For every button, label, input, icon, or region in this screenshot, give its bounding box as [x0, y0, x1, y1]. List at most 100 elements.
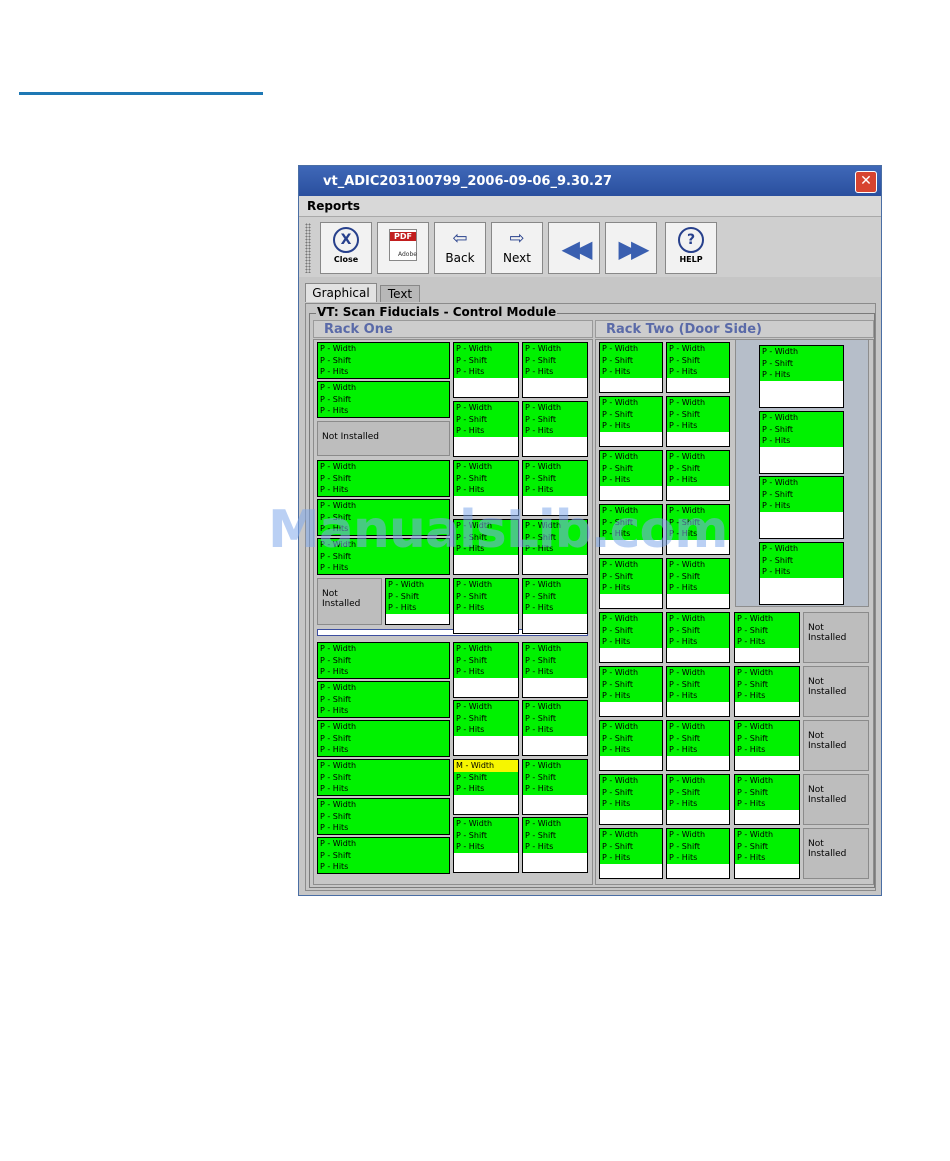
- report-group: VT: Scan Fiducials - Control Module Rack…: [309, 305, 875, 888]
- fiducial-tile[interactable]: P - Width P - Shift P - Hits: [666, 828, 730, 879]
- back-button[interactable]: ⇦ Back: [434, 222, 486, 274]
- fiducial-tile[interactable]: P - Width P - Shift P - Hits: [666, 342, 730, 393]
- fiducial-status-line: P - Hits: [456, 367, 485, 377]
- fiducial-tile[interactable]: P - Width P - Shift P - Hits: [317, 460, 450, 497]
- fiducial-tile[interactable]: P - Width P - Shift P - Hits: [317, 759, 450, 796]
- fiducial-tile[interactable]: M - Width P - Shift P - Hits: [453, 759, 519, 815]
- fiducial-status-line: P - Width: [669, 398, 706, 407]
- fiducial-status-line: P - Hits: [320, 745, 349, 755]
- close-button[interactable]: X Close: [320, 222, 372, 274]
- fiducial-tile[interactable]: P - Width P - Shift P - Hits: [734, 828, 800, 879]
- tab-graphical[interactable]: Graphical: [305, 283, 377, 302]
- fiducial-status-line: P - Hits: [602, 583, 631, 593]
- title-bar[interactable]: vt_ADIC203100799_2006-09-06_9.30.27 ✕: [299, 166, 881, 196]
- fiducial-status-line: P - Shift: [762, 489, 793, 499]
- page-header-rule: [19, 92, 263, 95]
- fiducial-tile[interactable]: P - Width P - Shift P - Hits: [522, 342, 588, 398]
- fiducial-tile[interactable]: P - Width P - Shift P - Hits: [599, 720, 663, 771]
- fiducial-tile[interactable]: P - Width P - Shift P - Hits: [599, 558, 663, 609]
- pdf-button[interactable]: PDF Adobe: [377, 222, 429, 274]
- fiducial-status: P - Width P - Shift P - Hits: [600, 613, 662, 649]
- fiducial-tile[interactable]: P - Width P - Shift P - Hits: [453, 342, 519, 398]
- fiducial-status-line: P - Shift: [388, 591, 419, 601]
- fiducial-tile[interactable]: P - Width P - Shift P - Hits: [522, 700, 588, 756]
- fiducial-status-line: P - Hits: [525, 367, 554, 377]
- fiducial-tile[interactable]: P - Width P - Shift P - Hits: [759, 345, 844, 408]
- fiducial-tile[interactable]: P - Width P - Shift P - Hits: [385, 578, 450, 625]
- fiducial-tile[interactable]: P - Width P - Shift P - Hits: [317, 837, 450, 874]
- fiducial-tile[interactable]: P - Width P - Shift P - Hits: [522, 759, 588, 815]
- fiducial-status-line: P - Shift: [456, 713, 487, 723]
- fiducial-tile[interactable]: P - Width P - Shift P - Hits: [522, 642, 588, 698]
- fiducial-status-line: P - Hits: [737, 691, 766, 701]
- fiducial-status: P - Width P - Shift P - Hits: [454, 461, 518, 497]
- fiducial-status-line: P - Shift: [525, 713, 556, 723]
- fiducial-status-line: P - Shift: [602, 463, 633, 473]
- fiducial-tile[interactable]: P - Width P - Shift P - Hits: [317, 798, 450, 835]
- fiducial-status-line: P - Width: [525, 702, 562, 711]
- not-installed-label: Not: [808, 623, 824, 633]
- fiducial-status-line: P - Shift: [320, 655, 351, 665]
- fiducial-tile[interactable]: P - Width P - Shift P - Hits: [317, 381, 450, 418]
- fiducial-tile[interactable]: P - Width P - Shift P - Hits: [599, 612, 663, 663]
- fiducial-tile[interactable]: P - Width P - Shift P - Hits: [453, 817, 519, 873]
- not-installed-slot: Not Installed: [803, 720, 869, 771]
- fiducial-tile[interactable]: P - Width P - Shift P - Hits: [666, 720, 730, 771]
- fiducial-tile[interactable]: P - Width P - Shift P - Hits: [759, 411, 844, 474]
- rack-two-header: Rack Two (Door Side): [595, 320, 874, 338]
- fiducial-tile[interactable]: P - Width P - Shift P - Hits: [759, 476, 844, 539]
- fiducial-tile[interactable]: P - Width P - Shift P - Hits: [666, 558, 730, 609]
- window-close-icon[interactable]: ✕: [855, 171, 877, 193]
- fiducial-status-line: P - Shift: [762, 358, 793, 368]
- rewind-button[interactable]: ◀◀: [548, 222, 600, 274]
- fiducial-tile[interactable]: P - Width P - Shift P - Hits: [453, 700, 519, 756]
- fiducial-tile[interactable]: P - Width P - Shift P - Hits: [522, 817, 588, 873]
- fiducial-status-line: P - Hits: [525, 603, 554, 613]
- fiducial-tile[interactable]: P - Width P - Shift P - Hits: [599, 450, 663, 501]
- fiducial-tile[interactable]: P - Width P - Shift P - Hits: [599, 342, 663, 393]
- fiducial-tile[interactable]: P - Width P - Shift P - Hits: [666, 396, 730, 447]
- fiducial-tile[interactable]: P - Width P - Shift P - Hits: [317, 342, 450, 379]
- fiducial-tile[interactable]: P - Width P - Shift P - Hits: [666, 450, 730, 501]
- fiducial-status-line: P - Hits: [456, 485, 485, 495]
- fiducial-tile[interactable]: P - Width P - Shift P - Hits: [599, 774, 663, 825]
- fiducial-tile[interactable]: P - Width P - Shift P - Hits: [453, 642, 519, 698]
- fiducial-tile[interactable]: P - Width P - Shift P - Hits: [734, 720, 800, 771]
- help-button[interactable]: ? HELP: [665, 222, 717, 274]
- fiducial-status-line: P - Width: [456, 580, 493, 589]
- fiducial-status: P - Width P - Shift P - Hits: [600, 721, 662, 757]
- fiducial-status-line: P - Hits: [320, 563, 349, 573]
- fast-forward-button[interactable]: ▶▶: [605, 222, 657, 274]
- tab-text[interactable]: Text: [380, 285, 420, 302]
- fiducial-tile[interactable]: P - Width P - Shift P - Hits: [522, 578, 588, 634]
- fiducial-status: P - Width P - Shift P - Hits: [735, 667, 799, 703]
- fiducial-tile[interactable]: P - Width P - Shift P - Hits: [453, 401, 519, 457]
- next-button[interactable]: ⇨ Next: [491, 222, 543, 274]
- fiducial-status: P - Width P - Shift P - Hits: [523, 818, 587, 854]
- fiducial-tile[interactable]: P - Width P - Shift P - Hits: [522, 401, 588, 457]
- fiducial-tile[interactable]: P - Width P - Shift P - Hits: [453, 578, 519, 634]
- fiducial-tile[interactable]: P - Width P - Shift P - Hits: [599, 396, 663, 447]
- toolbar-grip[interactable]: [305, 223, 311, 273]
- fiducial-tile[interactable]: P - Width P - Shift P - Hits: [666, 774, 730, 825]
- fiducial-tile[interactable]: P - Width P - Shift P - Hits: [759, 542, 844, 605]
- fiducial-tile[interactable]: P - Width P - Shift P - Hits: [734, 612, 800, 663]
- fiducial-status: P - Width P - Shift P - Hits: [318, 760, 449, 795]
- fiducial-status-line: P - Shift: [762, 555, 793, 565]
- fiducial-status-line: P - Width: [320, 383, 357, 392]
- fast-forward-icon: ▶▶: [618, 235, 650, 263]
- fiducial-tile[interactable]: P - Width P - Shift P - Hits: [317, 681, 450, 718]
- fiducial-status-line: P - Hits: [602, 475, 631, 485]
- fiducial-tile[interactable]: P - Width P - Shift P - Hits: [599, 666, 663, 717]
- menu-reports[interactable]: Reports: [307, 199, 360, 213]
- next-arrow-icon: ⇨: [509, 228, 525, 249]
- fiducial-status-line: P - Shift: [456, 830, 487, 840]
- fiducial-status: P - Width P - Shift P - Hits: [318, 643, 449, 678]
- fiducial-tile[interactable]: P - Width P - Shift P - Hits: [734, 666, 800, 717]
- fiducial-tile[interactable]: P - Width P - Shift P - Hits: [317, 720, 450, 757]
- fiducial-tile[interactable]: P - Width P - Shift P - Hits: [599, 828, 663, 879]
- fiducial-tile[interactable]: P - Width P - Shift P - Hits: [317, 642, 450, 679]
- fiducial-tile[interactable]: P - Width P - Shift P - Hits: [666, 612, 730, 663]
- fiducial-tile[interactable]: P - Width P - Shift P - Hits: [666, 666, 730, 717]
- fiducial-tile[interactable]: P - Width P - Shift P - Hits: [734, 774, 800, 825]
